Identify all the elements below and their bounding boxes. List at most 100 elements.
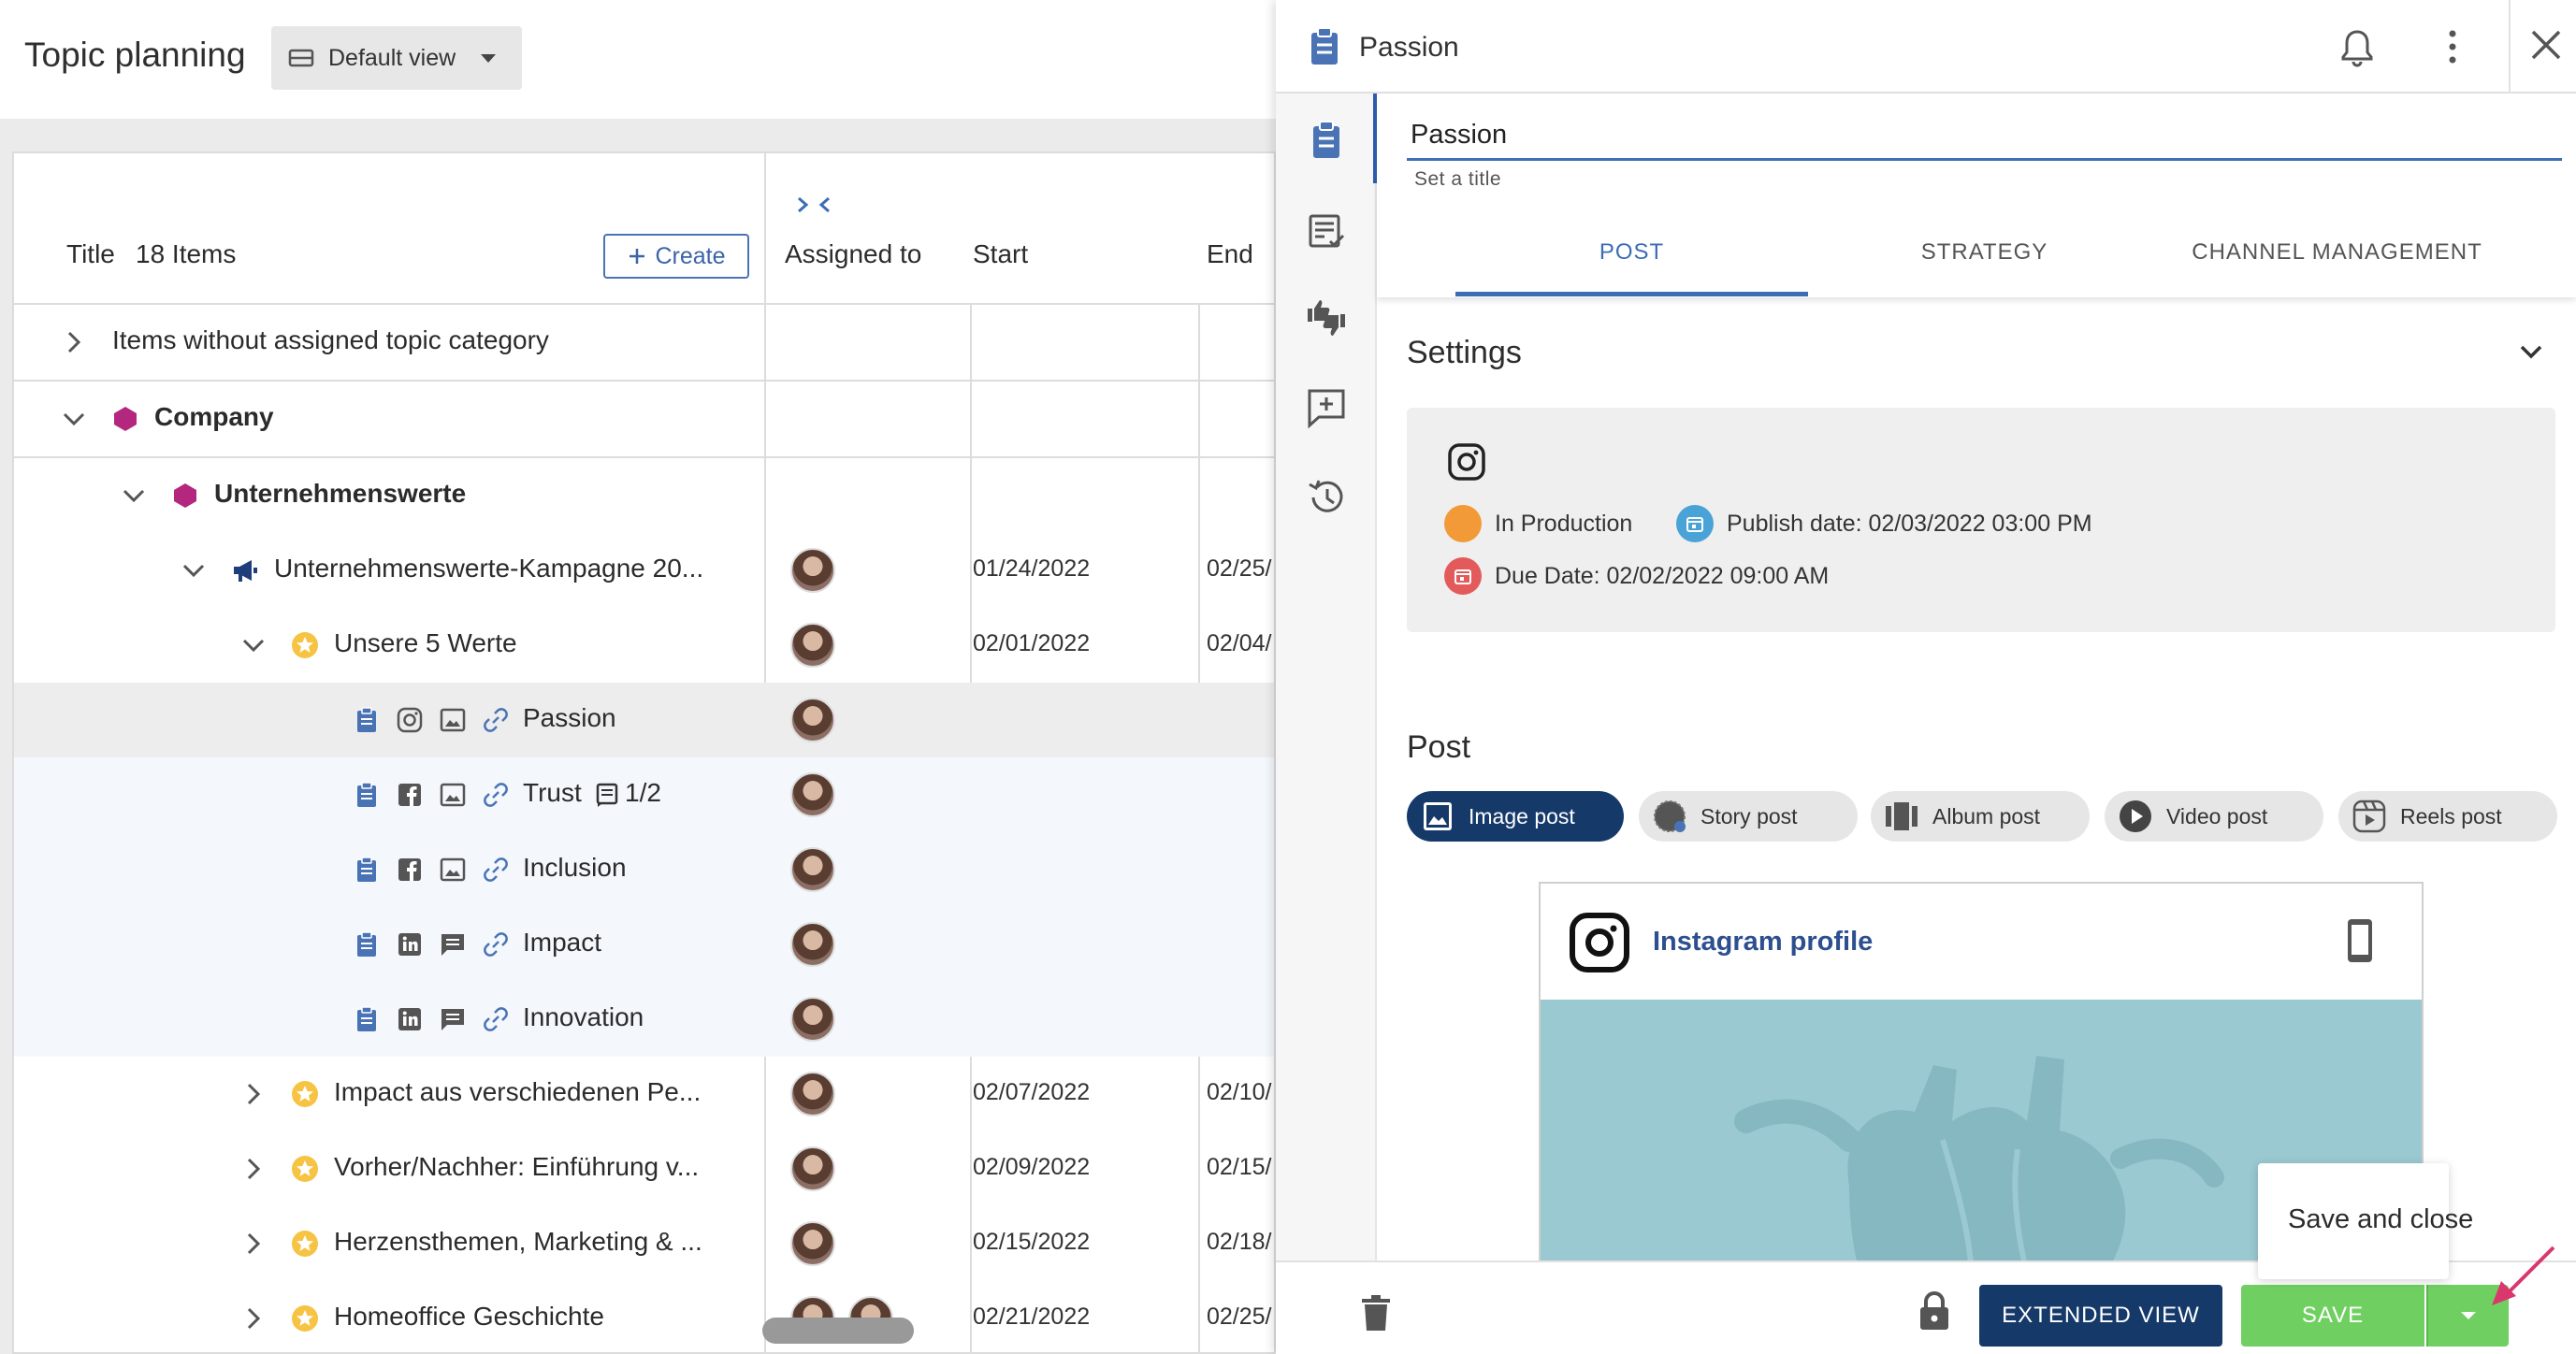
end-date: 02/10/ [1207, 1079, 1272, 1105]
clipboard-icon [357, 1006, 376, 1031]
row-title: Vorher/Nachher: Einführung v... [334, 1152, 700, 1181]
video-post-chip[interactable]: Video post [2105, 791, 2323, 842]
title-area: Set a title POST STRATEGY CHANNEL MANAGE… [1377, 94, 2576, 297]
link-icon[interactable] [482, 781, 510, 809]
title-column-header[interactable]: Title [66, 239, 115, 269]
chevron-right-icon[interactable] [239, 1154, 268, 1184]
trash-icon[interactable] [1360, 1294, 1392, 1332]
chevron-right-icon[interactable] [239, 1079, 268, 1109]
kebab-icon[interactable] [2445, 28, 2460, 65]
star-icon [292, 1081, 318, 1107]
start-date: 01/24/2022 [973, 555, 1091, 582]
settings-card: In Production Publish date: 02/03/2022 0… [1407, 408, 2555, 632]
end-column-header[interactable]: End [1207, 239, 1253, 269]
link-icon[interactable] [482, 856, 510, 884]
due-date-item[interactable]: Due Date: 02/02/2022 09:00 AM [1444, 557, 1829, 595]
star-icon [292, 1156, 318, 1182]
facebook-icon [398, 858, 421, 881]
save-and-close-item[interactable]: Save and close [2288, 1204, 2473, 1235]
end-date: 02/25/ [1207, 555, 1272, 582]
table-row[interactable]: Innovation [14, 982, 1274, 1057]
avatar[interactable] [790, 772, 835, 817]
chevron-down-icon[interactable] [2516, 337, 2546, 367]
avatar[interactable] [790, 1221, 835, 1266]
view-select[interactable]: Default view [271, 26, 522, 90]
create-button[interactable]: Create [603, 234, 749, 279]
table-row[interactable]: Homeoffice Geschichte 02/21/2022 02/25/ [14, 1281, 1274, 1352]
link-icon[interactable] [482, 930, 510, 958]
clipboard-icon[interactable] [1304, 118, 1349, 163]
horizontal-scrollbar[interactable] [762, 1318, 914, 1344]
chip-label: Story post [1700, 803, 1798, 828]
checklist-icon[interactable] [1304, 209, 1349, 254]
avatar[interactable] [790, 623, 835, 668]
avatar[interactable] [790, 997, 835, 1042]
table-row[interactable]: Passion [14, 683, 1274, 757]
chevron-down-icon[interactable] [59, 404, 89, 434]
story-post-chip[interactable]: Story post [1639, 791, 1858, 842]
tab-strategy[interactable]: STRATEGY [1808, 239, 2161, 266]
megaphone-icon [234, 560, 257, 582]
lock-icon[interactable] [1918, 1290, 1951, 1332]
avatar[interactable] [790, 922, 835, 967]
status-item[interactable]: In Production [1444, 505, 1632, 542]
history-icon[interactable] [1304, 475, 1349, 520]
create-button-label: Create [655, 242, 726, 269]
collapse-columns-icon[interactable] [795, 191, 832, 219]
table-row[interactable]: Unsere 5 Werte 02/01/2022 02/04/ [14, 608, 1274, 683]
save-button[interactable]: SAVE [2241, 1285, 2424, 1347]
table-row[interactable]: Trust 1/2 [14, 757, 1274, 832]
tab-post[interactable]: POST [1455, 239, 1808, 266]
chevron-down-icon[interactable] [119, 481, 149, 511]
table-row[interactable]: Herzensthemen, Marketing & ... 02/15/202… [14, 1206, 1274, 1281]
end-date: 02/15/ [1207, 1154, 1272, 1180]
publish-date-item[interactable]: Publish date: 02/03/2022 03:00 PM [1676, 505, 2092, 542]
close-icon[interactable] [2525, 24, 2567, 65]
link-icon[interactable] [482, 706, 510, 734]
avatar[interactable] [790, 1072, 835, 1116]
avatar[interactable] [790, 847, 835, 892]
thumbs-icon[interactable] [1304, 295, 1349, 340]
clipboard-icon [1311, 27, 1338, 65]
smartphone-icon[interactable] [2345, 917, 2375, 964]
chevron-right-icon[interactable] [59, 327, 89, 357]
instagram-icon [1448, 443, 1485, 481]
image-icon [440, 857, 466, 882]
table-row[interactable]: Impact aus verschiedenen Pe... 02/07/202… [14, 1057, 1274, 1131]
image-post-chip[interactable]: Image post [1407, 791, 1624, 842]
end-date: 02/18/ [1207, 1229, 1272, 1255]
star-icon [292, 1231, 318, 1257]
avatar[interactable] [790, 1146, 835, 1191]
table-row[interactable]: Vorher/Nachher: Einführung v... 02/09/20… [14, 1131, 1274, 1206]
link-icon[interactable] [482, 1005, 510, 1033]
table-row[interactable]: Impact [14, 907, 1274, 982]
table-row[interactable]: Inclusion [14, 832, 1274, 907]
title-input[interactable] [1407, 112, 2562, 161]
chevron-down-icon[interactable] [179, 555, 209, 585]
tab-channel-management[interactable]: CHANNEL MANAGEMENT [2161, 239, 2513, 266]
reels-post-chip[interactable]: Reels post [2338, 791, 2557, 842]
row-title: Passion [523, 703, 616, 732]
chevron-right-icon[interactable] [239, 1304, 268, 1333]
feedback-icon[interactable] [1304, 385, 1349, 430]
image-icon [440, 783, 466, 807]
row-title: Unternehmenswerte [214, 479, 467, 508]
image-icon [440, 708, 466, 732]
extended-view-button[interactable]: EXTENDED VIEW [1979, 1285, 2222, 1347]
view-select-label: Default view [328, 44, 456, 71]
avatar[interactable] [790, 698, 835, 742]
table-row[interactable]: Unternehmenswerte [14, 458, 1274, 533]
bell-icon[interactable] [2338, 28, 2376, 67]
avatar[interactable] [790, 548, 835, 593]
assigned-to-column-header[interactable]: Assigned to [785, 239, 921, 269]
table-row[interactable]: Unternehmenswerte-Kampagne 20... 01/24/2… [14, 533, 1274, 608]
table-row[interactable]: Items without assigned topic category [14, 305, 1274, 380]
chevron-right-icon[interactable] [239, 1229, 268, 1259]
chevron-down-icon[interactable] [239, 630, 268, 660]
start-column-header[interactable]: Start [973, 239, 1028, 269]
star-icon [292, 1305, 318, 1332]
table-row[interactable]: Company [14, 382, 1274, 456]
items-count: 18 Items [136, 239, 237, 268]
album-post-chip[interactable]: Album post [1871, 791, 2090, 842]
row-title: Unternehmenswerte-Kampagne 20... [274, 554, 704, 583]
